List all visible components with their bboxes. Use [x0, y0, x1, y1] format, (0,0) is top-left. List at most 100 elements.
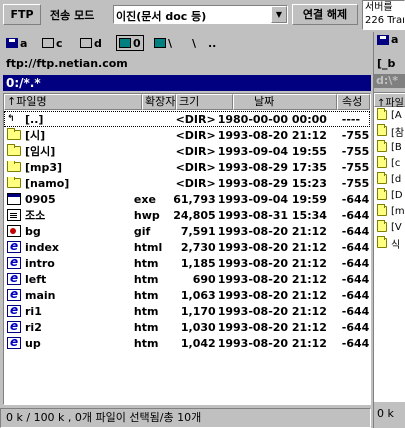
transfer-mode-label: 전송 모드	[50, 9, 95, 22]
file-row[interactable]: 조소 hwp 24,805 1993-08-31 15:34 -644	[4, 207, 370, 223]
file-date: 1993-08-20 21:12	[217, 320, 327, 334]
column-attr-header[interactable]: 속성	[337, 94, 370, 110]
file-name-cell: 0905	[4, 193, 134, 206]
disconnect-button[interactable]: 연결 해제	[292, 4, 358, 25]
file-date: 1993-08-20 21:12	[217, 128, 327, 142]
file-ext: html	[133, 240, 163, 254]
file-row[interactable]: ri2 htm 1,0301993-08-20 21:12 -644	[4, 319, 370, 335]
file-row[interactable]: intro htm 1,1851993-08-20 21:12 -644	[4, 255, 370, 271]
file-attr: -644	[341, 240, 370, 254]
file-date: 1993-08-20 21:12	[217, 304, 327, 318]
root-dir-button[interactable]: \	[154, 35, 172, 51]
file-row[interactable]: [namo] <DIR> 1993-08-29 15:23 -755	[4, 175, 370, 191]
local-path-bar[interactable]: d:\*	[374, 74, 405, 88]
file-name-cell: up	[4, 337, 134, 350]
local-item-label: [d	[391, 173, 402, 185]
file-ext: htm	[133, 272, 159, 286]
file-row[interactable]: [임시] <DIR> 1993-09-04 19:55 -755	[4, 143, 370, 159]
file-name: intro	[25, 256, 55, 270]
local-item-label: [D	[391, 189, 403, 201]
network-drive-icon	[154, 38, 166, 48]
file-name-cell: index	[4, 241, 134, 254]
local-list-item[interactable]: [B	[374, 139, 405, 155]
file-row[interactable]: left htm 6901993-08-20 21:12 -644	[4, 271, 370, 287]
local-list-item[interactable]: [A	[374, 107, 405, 123]
file-name: ri1	[25, 304, 42, 318]
file-row[interactable]: ri1 htm 1,1701993-08-20 21:12 -644	[4, 303, 370, 319]
file-name: 조소	[25, 209, 46, 222]
file-date: 1993-08-29 15:23	[217, 176, 327, 190]
drive-bar: a c d 0 \ \ ..	[0, 32, 370, 54]
file-attr: -755	[341, 176, 370, 190]
file-row[interactable]: index html 2,7301993-08-20 21:12 -644	[4, 239, 370, 255]
local-item-label: [V	[391, 221, 402, 233]
file-name: [시]	[25, 129, 46, 142]
file-row[interactable]: bg gif 7,591 1993-08-20 21:12 -644	[4, 223, 370, 239]
column-size-header[interactable]: 크기	[176, 94, 233, 110]
local-column-header[interactable]: ↑파일	[374, 93, 405, 109]
file-row[interactable]: main htm 1,0631993-08-20 21:12 -644	[4, 287, 370, 303]
local-list-item[interactable]: [c	[374, 155, 405, 171]
local-drive-button[interactable]: a	[374, 32, 405, 54]
folder-icon	[377, 108, 387, 120]
local-list-item[interactable]: [D	[374, 187, 405, 203]
transfer-mode-select[interactable]: 이진(문서 doc 등) ▼	[113, 5, 288, 24]
folder-icon	[7, 176, 21, 188]
parent-dir-label: ..	[208, 36, 217, 50]
local-file-list[interactable]: ↑파일 [A [참 [B [c [d [D [m [V 식	[374, 92, 405, 402]
local-item-label: [A	[391, 109, 402, 121]
local-list-item[interactable]: [m	[374, 203, 405, 219]
local-item-label: [c	[391, 157, 401, 169]
path-bar[interactable]: 0:/*.*	[3, 75, 371, 91]
folder-icon	[377, 236, 387, 248]
drive-a-button[interactable]: a	[6, 35, 27, 51]
root-button[interactable]: \	[192, 35, 196, 51]
drive-ftp-button[interactable]: 0	[116, 35, 144, 51]
file-name: main	[25, 288, 56, 302]
folder-icon	[377, 220, 387, 232]
file-size: <DIR>	[175, 160, 216, 174]
web-page-icon	[7, 321, 21, 333]
column-name-header[interactable]: ↑파일명	[4, 94, 142, 110]
top-toolbar: FTP 전송 모드 이진(문서 doc 등) ▼ 연결 해제 서버를 226 T…	[0, 0, 405, 30]
file-row[interactable]: ↰ [..] <DIR> 1980-00-00 00:00 ----	[4, 111, 370, 127]
drive-c-label: c	[56, 36, 63, 50]
file-size: 690	[192, 272, 216, 286]
file-row[interactable]: [mp3] <DIR> 1993-08-29 17:35 -755	[4, 159, 370, 175]
ftp-button[interactable]: FTP	[3, 4, 41, 25]
column-ext-header[interactable]: 확장자	[142, 94, 176, 110]
folder-icon	[377, 172, 387, 184]
file-name-cell: [mp3]	[4, 160, 134, 174]
file-row[interactable]: [시] <DIR> 1993-08-20 21:12 -755	[4, 127, 370, 143]
drive-d-button[interactable]: d	[80, 35, 102, 51]
drive-d-label: d	[94, 36, 102, 50]
web-page-icon	[7, 241, 21, 253]
file-list[interactable]: ↑파일명 확장자 크기 날짜 속성 ↰ [..] <DIR> 1980-00-00 0…	[3, 93, 371, 405]
parent-dir-button[interactable]: ..	[208, 35, 216, 51]
local-file-panel: a [_b d:\* ↑파일 [A [참 [B [c [d [D [m [V 식 0 k	[373, 32, 405, 428]
server-message-box: 서버를 226 Tran	[362, 0, 405, 30]
column-date-header[interactable]: 날짜	[233, 94, 337, 110]
file-name: ri2	[25, 320, 42, 334]
file-row[interactable]: 0905 exe 61,793 1993-09-04 19:59 -644	[4, 191, 370, 207]
local-drive-label: a	[391, 33, 399, 46]
document-icon	[7, 209, 21, 221]
local-item-label: [m	[391, 205, 405, 217]
local-list-item[interactable]: [d	[374, 171, 405, 187]
file-row[interactable]: up htm 1,0421993-08-20 21:12 -644	[4, 335, 370, 351]
file-name: 0905	[25, 192, 56, 206]
local-list-item[interactable]: [V	[374, 219, 405, 235]
file-size: <DIR>	[175, 176, 216, 190]
file-attr: -644	[341, 320, 370, 334]
local-item-label: [참	[391, 127, 405, 139]
folder-icon	[7, 128, 21, 140]
chevron-down-icon[interactable]: ▼	[271, 6, 287, 23]
image-icon	[7, 225, 21, 237]
file-name-cell: ↰ [..]	[4, 113, 134, 126]
file-name-cell: [시]	[4, 127, 134, 143]
drive-c-button[interactable]: c	[42, 35, 63, 51]
server-message-line2: 226 Tran	[365, 15, 405, 26]
file-size: 1,063	[180, 288, 216, 302]
local-list-item[interactable]: [참	[374, 123, 405, 139]
local-list-item[interactable]: 식	[374, 235, 405, 251]
